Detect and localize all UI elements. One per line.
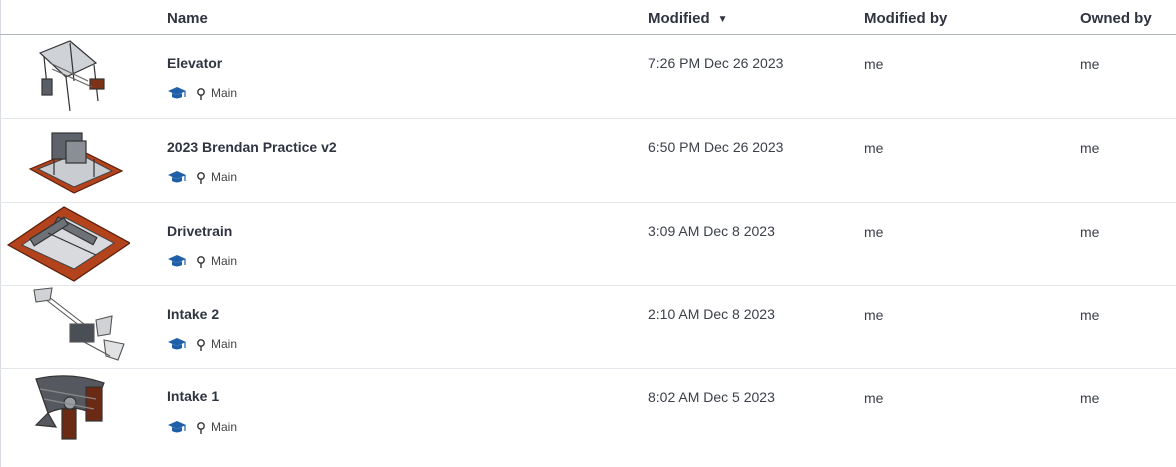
owned-by: me <box>1080 140 1100 156</box>
table-row[interactable]: Elevator Main 7:26 PM Dec 26 2023 me me <box>0 35 1176 119</box>
column-header-modified-by[interactable]: Modified by <box>864 10 947 27</box>
branch-pin-icon <box>196 338 206 351</box>
modified-by: me <box>864 307 884 323</box>
education-cap-icon <box>167 254 187 268</box>
branch-label[interactable]: Main <box>211 170 237 184</box>
branch-pin-icon <box>196 87 206 100</box>
sort-descending-icon: ▼ <box>717 14 728 25</box>
owned-by: me <box>1080 307 1100 323</box>
cad-model-thumbnail <box>0 119 130 202</box>
table-row[interactable]: Intake 1 Main 8:02 AM Dec 5 2023 me me <box>0 369 1176 467</box>
modified-date: 7:26 PM Dec 26 2023 <box>648 55 784 71</box>
branch-pin-icon <box>196 171 206 184</box>
cad-model-thumbnail <box>0 286 130 368</box>
column-header-modified-label: Modified <box>648 10 710 27</box>
cad-model-thumbnail <box>0 369 130 467</box>
education-cap-icon <box>167 86 187 100</box>
table-row[interactable]: Drivetrain Main 3:09 AM Dec 8 2023 me me <box>0 203 1176 286</box>
modified-by: me <box>864 140 884 156</box>
document-meta: Main <box>167 253 237 269</box>
education-cap-icon <box>167 170 187 184</box>
owned-by: me <box>1080 56 1100 72</box>
branch-label[interactable]: Main <box>211 420 237 434</box>
branch-label[interactable]: Main <box>211 254 237 268</box>
document-name[interactable]: Drivetrain <box>167 223 232 239</box>
document-name[interactable]: Intake 2 <box>167 306 219 322</box>
modified-by: me <box>864 390 884 406</box>
modified-by: me <box>864 56 884 72</box>
table-row[interactable]: 2023 Brendan Practice v2 Main 6:50 PM De… <box>0 119 1176 203</box>
document-name[interactable]: Intake 1 <box>167 388 219 404</box>
documents-table: Name Modified ▼ Modified by Owned by Elev… <box>0 0 1176 467</box>
education-cap-icon <box>167 337 187 351</box>
branch-label[interactable]: Main <box>211 86 237 100</box>
branch-label[interactable]: Main <box>211 337 237 351</box>
cad-model-thumbnail <box>0 203 130 285</box>
education-cap-icon <box>167 420 187 434</box>
document-meta: Main <box>167 169 237 185</box>
document-meta: Main <box>167 85 237 101</box>
column-header-modified[interactable]: Modified ▼ <box>648 10 728 27</box>
modified-date: 2:10 AM Dec 8 2023 <box>648 306 775 322</box>
owned-by: me <box>1080 390 1100 406</box>
cad-model-thumbnail <box>0 35 130 118</box>
modified-date: 8:02 AM Dec 5 2023 <box>648 389 775 405</box>
owned-by: me <box>1080 224 1100 240</box>
modified-date: 6:50 PM Dec 26 2023 <box>648 139 784 155</box>
document-meta: Main <box>167 336 237 352</box>
table-row[interactable]: Intake 2 Main 2:10 AM Dec 8 2023 me me <box>0 286 1176 369</box>
document-meta: Main <box>167 419 237 435</box>
modified-date: 3:09 AM Dec 8 2023 <box>648 223 775 239</box>
branch-pin-icon <box>196 421 206 434</box>
document-name[interactable]: Elevator <box>167 55 222 71</box>
branch-pin-icon <box>196 255 206 268</box>
table-header: Name Modified ▼ Modified by Owned by <box>0 0 1176 35</box>
document-name[interactable]: 2023 Brendan Practice v2 <box>167 139 337 155</box>
modified-by: me <box>864 224 884 240</box>
column-header-name[interactable]: Name <box>167 10 208 27</box>
column-header-owned-by[interactable]: Owned by <box>1080 10 1152 27</box>
